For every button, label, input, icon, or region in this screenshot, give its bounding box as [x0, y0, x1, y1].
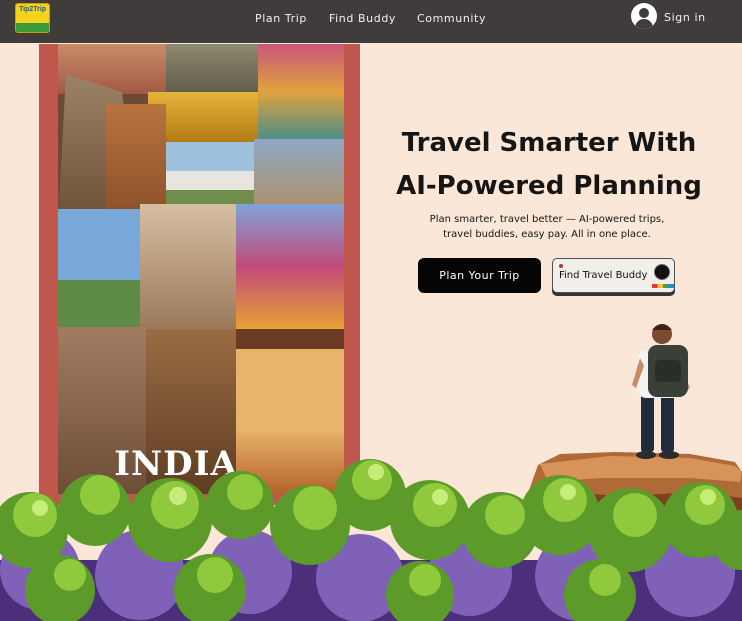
collage-tile-lotus-temple: [166, 142, 254, 206]
user-icon-body: [635, 19, 653, 29]
find-travel-buddy-button[interactable]: Find Travel Buddy: [552, 258, 675, 293]
logo-grass: [16, 23, 49, 32]
hero-subtext-line2: travel buddies, easy pay. All in one pla…: [443, 229, 651, 240]
plan-your-trip-button[interactable]: Plan Your Trip: [418, 258, 541, 293]
hero-headline-line2: AI-Powered Planning: [396, 171, 702, 201]
collage-tile-temple-tower: [258, 44, 344, 139]
camera-indicator-dot: [559, 264, 563, 268]
hero-headline-line1: Travel Smarter With: [401, 128, 697, 158]
find-travel-buddy-label: Find Travel Buddy: [559, 270, 648, 281]
collage-tile-palace: [140, 204, 236, 329]
hero-headline: Travel Smarter With AI-Powered Planning: [380, 122, 718, 208]
hero-subtext: Plan smarter, travel better — AI-powered…: [402, 212, 692, 242]
rock-ledge: [522, 452, 742, 520]
collage-tile-ruins: [166, 44, 258, 99]
traveler-figure: [632, 324, 690, 459]
user-icon-head: [639, 8, 649, 18]
logo-text: Tip2Trip: [18, 6, 47, 13]
collage-tile-tassels: [236, 204, 344, 329]
top-navbar: Tip2Trip Plan Trip Find Buddy Community …: [0, 0, 742, 43]
user-icon[interactable]: [631, 3, 657, 29]
brand-logo[interactable]: Tip2Trip: [15, 3, 50, 33]
camera-lens-icon: [654, 264, 670, 280]
sign-in-link[interactable]: Sign in: [664, 11, 706, 24]
nav-link-community[interactable]: Community: [417, 12, 486, 25]
collage-india-label: INDIA: [114, 444, 238, 484]
collage-tile-qutub-minar: [58, 209, 140, 327]
collage-tile-carved-temple: [106, 104, 166, 219]
nav-link-find-buddy[interactable]: Find Buddy: [329, 12, 396, 25]
camera-rainbow-stripe: [652, 284, 674, 288]
nav-link-plan-trip[interactable]: Plan Trip: [255, 12, 307, 25]
hero-subtext-line1: Plan smarter, travel better — AI-powered…: [429, 214, 665, 225]
india-collage-image: INDIA: [58, 44, 344, 494]
